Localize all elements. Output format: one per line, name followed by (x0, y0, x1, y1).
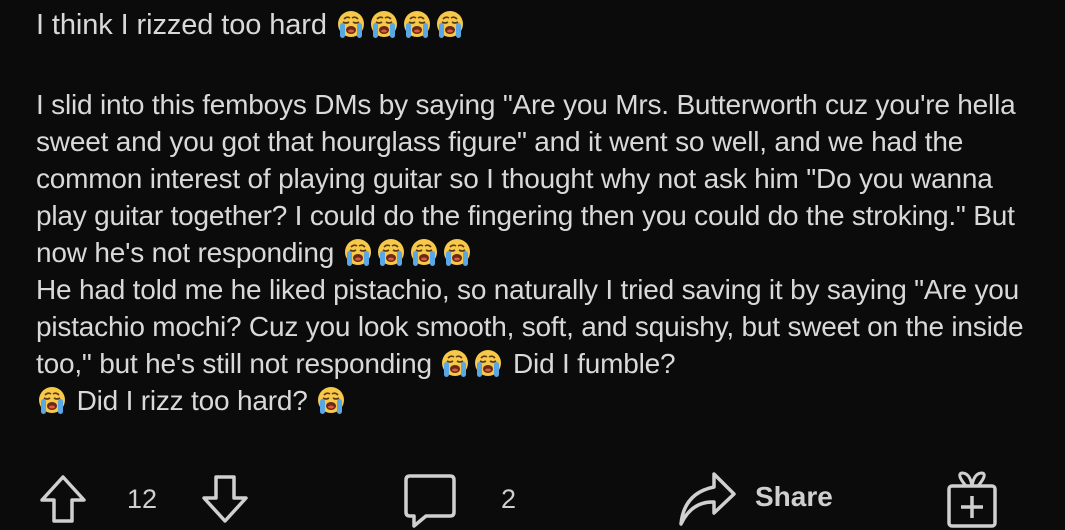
downvote-arrow-icon[interactable] (200, 474, 250, 524)
loudly-crying-face-icon (434, 9, 466, 39)
loudly-crying-face-icon (315, 385, 347, 415)
share-arrow-icon[interactable] (676, 470, 738, 528)
post-body-text: Did I rizz too hard? (69, 385, 316, 416)
loudly-crying-face-icon (335, 9, 367, 39)
loudly-crying-face-icon (441, 237, 473, 267)
loudly-crying-face-icon (401, 9, 433, 39)
loudly-crying-face-icon (408, 237, 440, 267)
loudly-crying-face-icon (36, 385, 68, 415)
loudly-crying-face-icon (375, 237, 407, 267)
post-body-text: Did I fumble? (505, 348, 676, 379)
upvote-arrow-icon[interactable] (38, 474, 88, 524)
loudly-crying-face-icon (439, 348, 471, 378)
post-action-bar: 12 2 Share (0, 460, 1065, 530)
loudly-crying-face-icon (472, 348, 504, 378)
vote-count: 12 (127, 484, 158, 514)
post-body: I slid into this femboys DMs by saying "… (36, 86, 1046, 419)
post-body-text: I slid into this femboys DMs by saying "… (36, 89, 1016, 268)
comment-bubble-icon[interactable] (402, 472, 458, 530)
loudly-crying-face-icon (368, 9, 400, 39)
comment-count: 2 (501, 484, 517, 514)
share-button-label[interactable]: Share (755, 480, 833, 514)
award-gift-icon[interactable] (944, 470, 1000, 530)
post-title-text: I think I rizzed too hard (36, 9, 327, 41)
post-title: I think I rizzed too hard (36, 6, 467, 44)
loudly-crying-face-icon (342, 237, 374, 267)
